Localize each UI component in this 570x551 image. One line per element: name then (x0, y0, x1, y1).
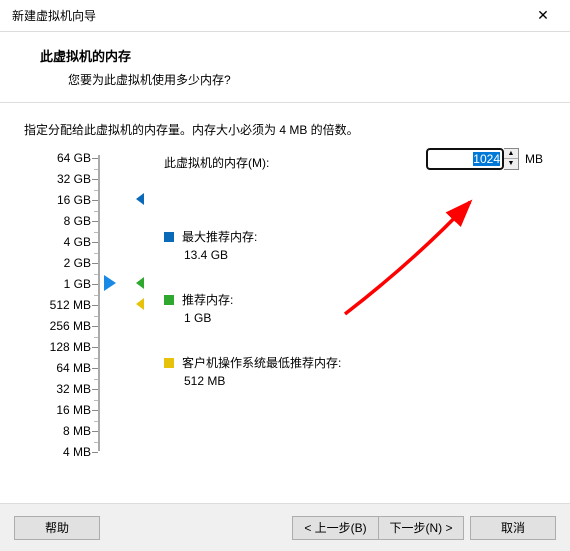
cancel-button[interactable]: 取消 (470, 516, 556, 540)
square-icon-blue (164, 232, 174, 242)
scale-label: 512 MB (50, 299, 91, 311)
memory-input[interactable] (426, 148, 504, 170)
spinner-down-icon[interactable]: ▼ (504, 159, 518, 169)
min-memory-label: 客户机操作系统最低推荐内存: (182, 356, 341, 370)
scale-mini-tick (94, 253, 98, 254)
scale-mini-tick (94, 295, 98, 296)
pointer-max-icon (136, 193, 144, 205)
scale-label: 2 GB (64, 257, 91, 269)
page-subtitle: 您要为此虚拟机使用多少内存? (40, 71, 546, 88)
scale-label: 128 MB (50, 341, 91, 353)
square-icon-green (164, 295, 174, 305)
title-bar: 新建虚拟机向导 ✕ (0, 0, 570, 32)
scale-label: 4 GB (64, 236, 91, 248)
memory-unit: MB (525, 152, 543, 166)
wizard-header: 此虚拟机的内存 您要为此虚拟机使用多少内存? (0, 32, 570, 102)
window-title: 新建虚拟机向导 (12, 7, 96, 24)
next-button[interactable]: 下一步(N) > (378, 516, 464, 540)
scale-tick (92, 410, 98, 411)
scale-label: 4 MB (63, 446, 91, 458)
scale-mini-tick (94, 421, 98, 422)
scale-label: 1 GB (64, 278, 91, 290)
scale-tick (92, 158, 98, 159)
scale-mini-tick (94, 211, 98, 212)
memory-config-area: 此虚拟机的内存(M): ▲ ▼ MB 64 GB32 GB16 GB8 GB4 … (24, 158, 546, 478)
scale-mini-tick (94, 274, 98, 275)
max-memory-value: 13.4 GB (164, 246, 257, 264)
scale-mini-tick (94, 400, 98, 401)
pointer-min-icon (136, 298, 144, 310)
scale-tick (92, 326, 98, 327)
scale-label: 64 GB (57, 152, 91, 164)
scale-label: 16 GB (57, 194, 91, 206)
scale-mini-tick (94, 232, 98, 233)
scale-label: 32 MB (56, 383, 91, 395)
min-memory-value: 512 MB (164, 372, 341, 390)
page-title: 此虚拟机的内存 (40, 46, 546, 65)
max-memory-label: 最大推荐内存: (182, 230, 257, 244)
scale-mini-tick (94, 169, 98, 170)
scale-label: 16 MB (56, 404, 91, 416)
scale-label: 8 MB (63, 425, 91, 437)
recommended-memory-value: 1 GB (164, 309, 233, 327)
scale-mini-tick (94, 358, 98, 359)
scale-label: 32 GB (57, 173, 91, 185)
pointer-recommended-icon (136, 277, 144, 289)
pointer-current-icon[interactable] (104, 275, 116, 291)
scale-mini-tick (94, 190, 98, 191)
scale-mini-tick (94, 316, 98, 317)
scale-tick (92, 221, 98, 222)
scale-tick (92, 305, 98, 306)
help-button[interactable]: 帮助 (14, 516, 100, 540)
scale-label: 256 MB (50, 320, 91, 332)
scale-tick (92, 284, 98, 285)
scale-mini-tick (94, 379, 98, 380)
scale-label: 8 GB (64, 215, 91, 227)
memory-spinner[interactable]: ▲ ▼ (504, 148, 519, 170)
scale-tick (92, 242, 98, 243)
max-memory-info: 最大推荐内存: 13.4 GB (164, 228, 257, 264)
scale-tick (92, 200, 98, 201)
scale-tick (92, 452, 98, 453)
recommended-memory-label: 推荐内存: (182, 293, 233, 307)
content-area: 指定分配给此虚拟机的内存量。内存大小必须为 4 MB 的倍数。 此虚拟机的内存(… (0, 103, 570, 486)
scale-mini-tick (94, 337, 98, 338)
scale-mini-tick (94, 442, 98, 443)
wizard-footer: 帮助 < 上一步(B) 下一步(N) > 取消 (0, 503, 570, 551)
scale-tick (92, 389, 98, 390)
back-button[interactable]: < 上一步(B) (292, 516, 378, 540)
scale-tick (92, 368, 98, 369)
close-button[interactable]: ✕ (526, 0, 560, 32)
instruction-text: 指定分配给此虚拟机的内存量。内存大小必须为 4 MB 的倍数。 (24, 121, 546, 138)
spinner-up-icon[interactable]: ▲ (504, 149, 518, 159)
memory-label: 此虚拟机的内存(M): (164, 154, 269, 171)
recommended-memory-info: 推荐内存: 1 GB (164, 291, 233, 327)
memory-scale-bar (98, 155, 100, 451)
min-memory-info: 客户机操作系统最低推荐内存: 512 MB (164, 354, 341, 390)
square-icon-yellow (164, 358, 174, 368)
scale-tick (92, 431, 98, 432)
scale-label: 64 MB (56, 362, 91, 374)
scale-tick (92, 347, 98, 348)
scale-tick (92, 179, 98, 180)
memory-input-group: ▲ ▼ MB (426, 148, 543, 170)
scale-tick (92, 263, 98, 264)
